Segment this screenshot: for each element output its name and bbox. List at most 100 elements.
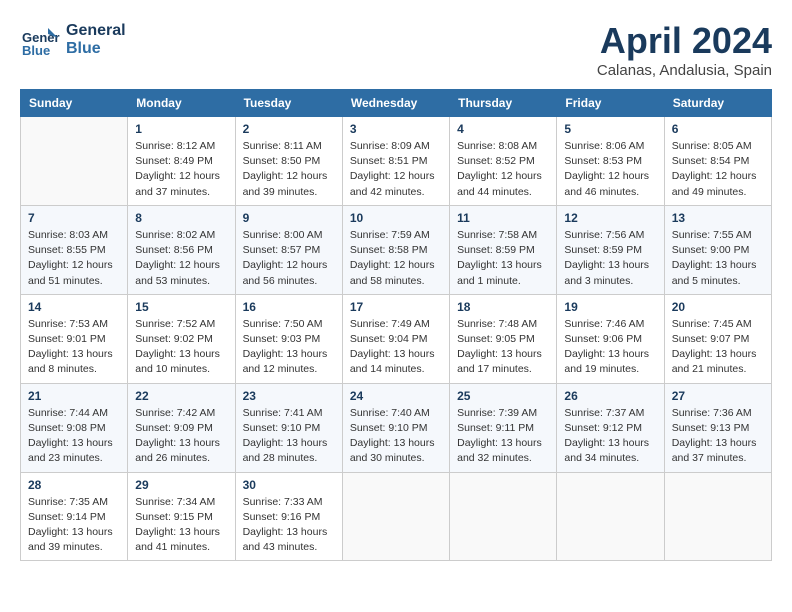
day-info: Sunrise: 8:00 AMSunset: 8:57 PMDaylight:… [243, 228, 335, 289]
table-row: 12 Sunrise: 7:56 AMSunset: 8:59 PMDayligh… [557, 205, 664, 294]
day-info: Sunrise: 7:55 AMSunset: 9:00 PMDaylight:… [672, 228, 764, 289]
day-info: Sunrise: 7:42 AMSunset: 9:09 PMDaylight:… [135, 406, 227, 467]
logo: General Blue General Blue [20, 20, 126, 60]
table-row: 26 Sunrise: 7:37 AMSunset: 9:12 PMDayligh… [557, 383, 664, 472]
logo-icon: General Blue [20, 20, 60, 60]
col-friday: Friday [557, 90, 664, 117]
table-row: 14Sunrise: 7:53 AMSunset: 9:01 PMDayligh… [21, 294, 128, 383]
month-year-title: April 2024 [597, 20, 772, 62]
table-row: 28 Sunrise: 7:35 AMSunset: 9:14 PMDayligh… [21, 472, 128, 561]
day-number: 10 [350, 211, 442, 225]
table-row: 17Sunrise: 7:49 AMSunset: 9:04 PMDayligh… [342, 294, 449, 383]
day-number: 1 [135, 122, 227, 136]
page-header: General Blue General Blue April 2024 Cal… [20, 20, 772, 79]
day-info: Sunrise: 8:09 AMSunset: 8:51 PMDaylight:… [350, 139, 442, 200]
col-saturday: Saturday [664, 90, 771, 117]
day-number: 15 [135, 300, 227, 314]
table-row: 19 Sunrise: 7:46 AMSunset: 9:06 PMDayligh… [557, 294, 664, 383]
day-number: 19 [564, 300, 656, 314]
day-number: 26 [564, 389, 656, 403]
table-row [21, 117, 128, 206]
table-row [450, 472, 557, 561]
table-row: 11Sunrise: 7:58 AMSunset: 8:59 PMDayligh… [450, 205, 557, 294]
day-number: 13 [672, 211, 764, 225]
day-info: Sunrise: 7:56 AMSunset: 8:59 PMDaylight:… [564, 228, 656, 289]
day-info: Sunrise: 7:44 AMSunset: 9:08 PMDaylight:… [28, 406, 120, 467]
table-row: 16Sunrise: 7:50 AMSunset: 9:03 PMDayligh… [235, 294, 342, 383]
calendar-header-row: Sunday Monday Tuesday Wednesday Thursday… [21, 90, 772, 117]
day-number: 9 [243, 211, 335, 225]
day-info: Sunrise: 7:37 AMSunset: 9:12 PMDaylight:… [564, 406, 656, 467]
day-number: 23 [243, 389, 335, 403]
calendar-week-row: 21 Sunrise: 7:44 AMSunset: 9:08 PMDayligh… [21, 383, 772, 472]
day-number: 12 [564, 211, 656, 225]
day-info: Sunrise: 8:11 AMSunset: 8:50 PMDaylight:… [243, 139, 335, 200]
table-row: 2 Sunrise: 8:11 AMSunset: 8:50 PMDaylight… [235, 117, 342, 206]
day-info: Sunrise: 7:59 AMSunset: 8:58 PMDaylight:… [350, 228, 442, 289]
table-row: 25 Sunrise: 7:39 AMSunset: 9:11 PMDayligh… [450, 383, 557, 472]
col-wednesday: Wednesday [342, 90, 449, 117]
table-row: 18 Sunrise: 7:48 AMSunset: 9:05 PMDayligh… [450, 294, 557, 383]
day-info: Sunrise: 7:52 AMSunset: 9:02 PMDaylight:… [135, 317, 227, 378]
table-row: 22 Sunrise: 7:42 AMSunset: 9:09 PMDayligh… [128, 383, 235, 472]
table-row: 24 Sunrise: 7:40 AMSunset: 9:10 PMDayligh… [342, 383, 449, 472]
day-number: 24 [350, 389, 442, 403]
day-number: 29 [135, 478, 227, 492]
day-number: 3 [350, 122, 442, 136]
title-block: April 2024 Calanas, Andalusia, Spain [597, 20, 772, 79]
day-number: 18 [457, 300, 549, 314]
table-row: 13 Sunrise: 7:55 AMSunset: 9:00 PMDayligh… [664, 205, 771, 294]
logo-general: General [66, 22, 126, 40]
day-number: 7 [28, 211, 120, 225]
day-number: 21 [28, 389, 120, 403]
table-row: 5 Sunrise: 8:06 AMSunset: 8:53 PMDaylight… [557, 117, 664, 206]
day-number: 8 [135, 211, 227, 225]
table-row: 6Sunrise: 8:05 AMSunset: 8:54 PMDaylight… [664, 117, 771, 206]
table-row: 7 Sunrise: 8:03 AMSunset: 8:55 PMDaylight… [21, 205, 128, 294]
day-info: Sunrise: 7:46 AMSunset: 9:06 PMDaylight:… [564, 317, 656, 378]
location-subtitle: Calanas, Andalusia, Spain [597, 62, 772, 79]
calendar-table: Sunday Monday Tuesday Wednesday Thursday… [20, 89, 772, 561]
day-info: Sunrise: 7:50 AMSunset: 9:03 PMDaylight:… [243, 317, 335, 378]
table-row [342, 472, 449, 561]
table-row: 8 Sunrise: 8:02 AMSunset: 8:56 PMDaylight… [128, 205, 235, 294]
table-row: 9 Sunrise: 8:00 AMSunset: 8:57 PMDaylight… [235, 205, 342, 294]
table-row: 30 Sunrise: 7:33 AMSunset: 9:16 PMDayligh… [235, 472, 342, 561]
calendar-week-row: 28 Sunrise: 7:35 AMSunset: 9:14 PMDayligh… [21, 472, 772, 561]
day-info: Sunrise: 7:48 AMSunset: 9:05 PMDaylight:… [457, 317, 549, 378]
calendar-week-row: 14Sunrise: 7:53 AMSunset: 9:01 PMDayligh… [21, 294, 772, 383]
day-info: Sunrise: 7:33 AMSunset: 9:16 PMDaylight:… [243, 495, 335, 556]
day-info: Sunrise: 7:40 AMSunset: 9:10 PMDaylight:… [350, 406, 442, 467]
day-info: Sunrise: 8:03 AMSunset: 8:55 PMDaylight:… [28, 228, 120, 289]
day-info: Sunrise: 7:34 AMSunset: 9:15 PMDaylight:… [135, 495, 227, 556]
table-row: 23Sunrise: 7:41 AMSunset: 9:10 PMDayligh… [235, 383, 342, 472]
svg-text:Blue: Blue [22, 43, 50, 58]
day-number: 5 [564, 122, 656, 136]
day-number: 28 [28, 478, 120, 492]
day-info: Sunrise: 7:39 AMSunset: 9:11 PMDaylight:… [457, 406, 549, 467]
table-row [557, 472, 664, 561]
day-number: 4 [457, 122, 549, 136]
col-monday: Monday [128, 90, 235, 117]
day-number: 11 [457, 211, 549, 225]
logo-blue: Blue [66, 40, 126, 58]
day-number: 22 [135, 389, 227, 403]
day-info: Sunrise: 8:12 AMSunset: 8:49 PMDaylight:… [135, 139, 227, 200]
table-row: 15 Sunrise: 7:52 AMSunset: 9:02 PMDayligh… [128, 294, 235, 383]
day-info: Sunrise: 8:08 AMSunset: 8:52 PMDaylight:… [457, 139, 549, 200]
day-info: Sunrise: 8:02 AMSunset: 8:56 PMDaylight:… [135, 228, 227, 289]
day-number: 30 [243, 478, 335, 492]
table-row: 4 Sunrise: 8:08 AMSunset: 8:52 PMDaylight… [450, 117, 557, 206]
day-info: Sunrise: 7:35 AMSunset: 9:14 PMDaylight:… [28, 495, 120, 556]
day-info: Sunrise: 7:36 AMSunset: 9:13 PMDaylight:… [672, 406, 764, 467]
day-number: 6 [672, 122, 764, 136]
table-row: 21 Sunrise: 7:44 AMSunset: 9:08 PMDayligh… [21, 383, 128, 472]
day-number: 2 [243, 122, 335, 136]
day-number: 17 [350, 300, 442, 314]
col-sunday: Sunday [21, 90, 128, 117]
day-number: 14 [28, 300, 120, 314]
day-number: 25 [457, 389, 549, 403]
day-info: Sunrise: 8:06 AMSunset: 8:53 PMDaylight:… [564, 139, 656, 200]
col-thursday: Thursday [450, 90, 557, 117]
table-row: 29 Sunrise: 7:34 AMSunset: 9:15 PMDayligh… [128, 472, 235, 561]
